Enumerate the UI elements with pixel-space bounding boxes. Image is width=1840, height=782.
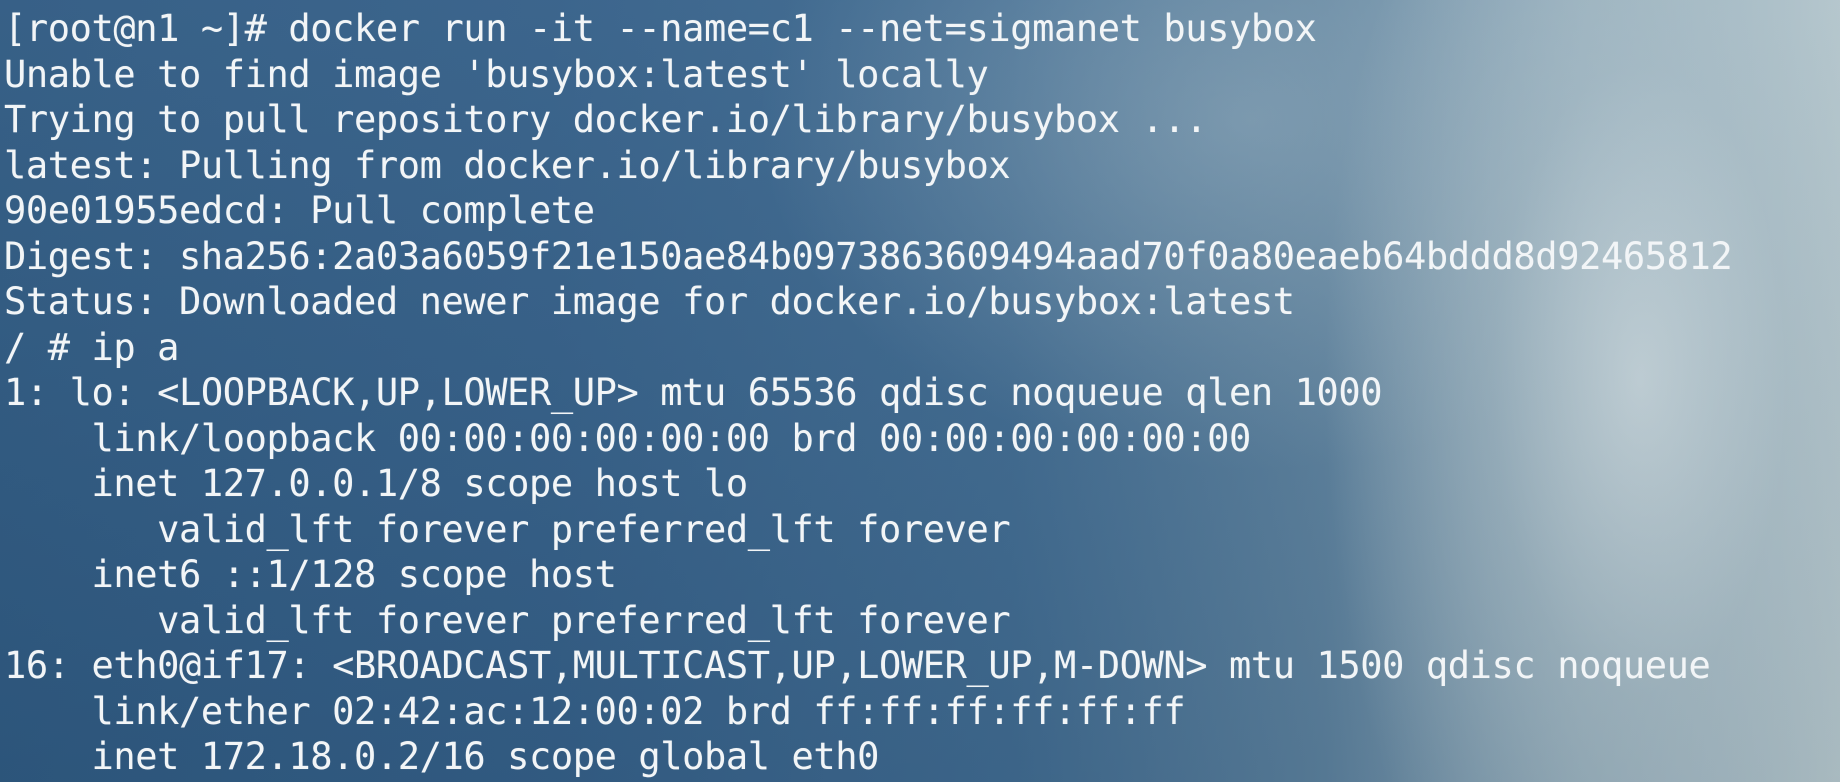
terminal-line-output: inet6 ::1/128 scope host <box>4 553 617 596</box>
terminal-line-output: inet 127.0.0.1/8 scope host lo <box>4 462 749 505</box>
terminal-line-output: Status: Downloaded newer image for docke… <box>4 280 1295 323</box>
terminal-window[interactable]: [root@n1 ~]# docker run -it --name=c1 --… <box>0 0 1840 782</box>
terminal-line-output: Trying to pull repository docker.io/libr… <box>4 98 1208 141</box>
terminal-line-output: Digest: sha256:2a03a6059f21e150ae84b0973… <box>4 234 1733 278</box>
terminal-line-command: [root@n1 ~]# docker run -it --name=c1 --… <box>4 7 1317 50</box>
terminal-line-output: 90e01955edcd: Pull complete <box>4 189 595 232</box>
terminal-line-output: link/loopback 00:00:00:00:00:00 brd 00:0… <box>4 416 1252 460</box>
terminal-line-output: valid_lft forever preferred_lft forever <box>4 507 1011 551</box>
terminal-line-output: 16: eth0@if17: <BROADCAST,MULTICAST,UP,L… <box>4 644 1711 687</box>
terminal-line-output: 1: lo: <LOOPBACK,UP,LOWER_UP> mtu 65536 … <box>4 371 1383 414</box>
terminal-line-output: inet 172.18.0.2/16 scope global eth0 <box>4 735 880 778</box>
terminal-line-output: link/ether 02:42:ac:12:00:02 brd ff:ff:f… <box>4 689 1186 733</box>
terminal-line-output: valid_lft forever preferred_lft forever <box>4 598 1011 642</box>
terminal-line-output: Unable to find image 'busybox:latest' lo… <box>4 52 989 96</box>
terminal-line-command: / # ip a <box>4 325 180 369</box>
terminal-line-output: latest: Pulling from docker.io/library/b… <box>4 143 1011 187</box>
